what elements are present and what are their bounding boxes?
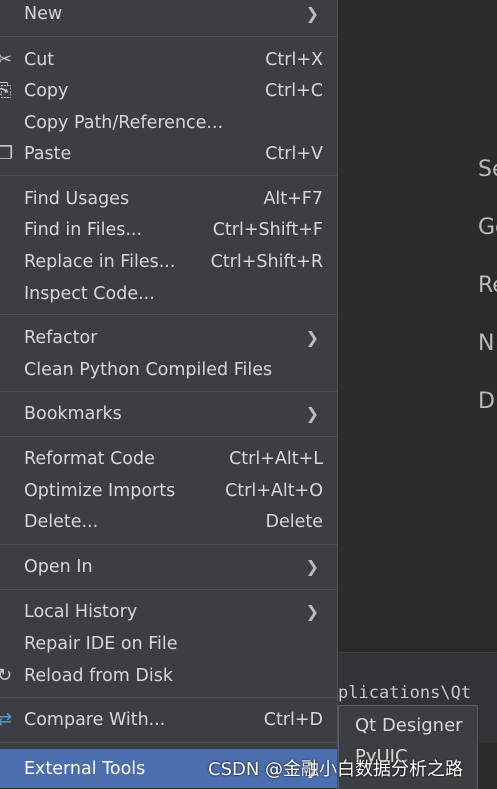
menu-item-label: Reload from Disk <box>24 665 173 686</box>
menu-item-new[interactable]: New ❯ <box>0 0 337 29</box>
menu-item-label: Copy <box>24 80 69 101</box>
chevron-right-icon: ❯ <box>305 557 319 576</box>
chevron-right-icon: ❯ <box>305 4 319 23</box>
menu-item-reformat-code[interactable]: Reformat Code Ctrl+Alt+L <box>0 443 337 474</box>
menu-item-label: Refactor <box>24 327 98 348</box>
menu-item-repair-ide[interactable]: Repair IDE on File <box>0 628 337 659</box>
menu-item-find-usages[interactable]: Find Usages Alt+F7 <box>0 183 337 214</box>
menu-separator <box>0 391 337 392</box>
submenu-item-qt-designer[interactable]: Qt Designer <box>355 715 463 736</box>
menu-item-optimize-imports[interactable]: Optimize Imports Ctrl+Alt+O <box>0 475 337 506</box>
menu-separator <box>0 742 337 743</box>
compare-icon: ⇄ <box>0 708 13 730</box>
menu-item-clean-python[interactable]: Clean Python Compiled Files <box>0 354 337 385</box>
copy-icon: ⎘ <box>0 79 12 101</box>
menu-item-compare-with[interactable]: ⇄ Compare With... Ctrl+D <box>0 704 337 735</box>
editor-hint: Se <box>478 157 497 182</box>
menu-item-label: Optimize Imports <box>24 480 176 501</box>
menu-item-local-history[interactable]: Local History ❯ <box>0 596 337 627</box>
menu-item-copy[interactable]: ⎘ Copy Ctrl+C <box>0 75 337 106</box>
chevron-right-icon: ❯ <box>305 328 319 347</box>
menu-item-replace-in-files[interactable]: Replace in Files... Ctrl+Shift+R <box>0 246 337 277</box>
menu-item-copy-path[interactable]: Copy Path/Reference... <box>0 107 337 138</box>
menu-item-shortcut: Ctrl+Shift+R <box>210 251 323 272</box>
menu-item-label: Copy Path/Reference... <box>24 112 224 133</box>
chevron-right-icon: ❯ <box>305 602 319 621</box>
menu-item-shortcut: Ctrl+V <box>265 143 323 164</box>
menu-item-label: Local History <box>24 601 138 622</box>
menu-item-label: Find in Files... <box>24 219 143 240</box>
editor-hint: N <box>478 331 495 356</box>
editor-hint: Re <box>478 273 497 298</box>
menu-separator <box>0 544 337 545</box>
menu-separator <box>0 36 337 37</box>
menu-item-find-in-files[interactable]: Find in Files... Ctrl+Shift+F <box>0 214 337 245</box>
menu-item-shortcut: Ctrl+Alt+O <box>225 480 323 501</box>
menu-item-inspect-code[interactable]: Inspect Code... <box>0 278 337 309</box>
reload-icon: ↻ <box>0 664 13 686</box>
editor-hint: Go <box>478 215 497 240</box>
menu-item-label: Open In <box>24 556 93 577</box>
menu-item-label: Reformat Code <box>24 448 155 469</box>
menu-separator <box>0 314 337 315</box>
menu-item-refactor[interactable]: Refactor ❯ <box>0 322 337 353</box>
menu-item-label: Find Usages <box>24 188 130 209</box>
menu-item-label: Clean Python Compiled Files <box>24 359 273 380</box>
menu-item-shortcut: Alt+F7 <box>263 188 323 209</box>
menu-item-delete[interactable]: Delete... Delete <box>0 506 337 537</box>
menu-item-shortcut: Ctrl+X <box>265 49 323 70</box>
menu-item-reload-from-disk[interactable]: ↻ Reload from Disk <box>0 660 337 691</box>
path-text: plications\Qt <box>338 683 472 703</box>
menu-item-label: Cut <box>24 49 55 70</box>
menu-separator <box>0 697 337 698</box>
menu-item-cut[interactable]: ✂ Cut Ctrl+X <box>0 44 337 75</box>
menu-item-paste[interactable]: ❐ Paste Ctrl+V <box>0 138 337 169</box>
watermark-text: CSDN @金融小白数据分析之路 <box>208 759 464 780</box>
menu-separator <box>0 436 337 437</box>
paste-icon: ❐ <box>0 142 14 164</box>
editor-hint: D <box>478 389 495 414</box>
context-menu: New ❯ ✂ Cut Ctrl+X ⎘ Copy Ctrl+C Copy Pa… <box>0 0 338 788</box>
editor-area: Se Go Re N D plications\Qt <box>338 0 497 788</box>
menu-item-label: Paste <box>24 143 72 164</box>
chevron-right-icon: ❯ <box>305 404 319 423</box>
menu-item-shortcut: Ctrl+Alt+L <box>229 448 323 469</box>
menu-item-label: Repair IDE on File <box>24 633 178 654</box>
menu-item-open-in[interactable]: Open In ❯ <box>0 551 337 582</box>
menu-item-label: Inspect Code... <box>24 283 155 304</box>
menu-item-bookmarks[interactable]: Bookmarks ❯ <box>0 398 337 429</box>
menu-item-label: External Tools <box>24 758 146 779</box>
menu-item-shortcut: Ctrl+D <box>263 709 323 730</box>
scissors-icon: ✂ <box>0 48 13 70</box>
menu-item-label: Replace in Files... <box>24 251 176 272</box>
menu-item-shortcut: Delete <box>265 511 324 532</box>
menu-item-shortcut: Ctrl+Shift+F <box>212 219 323 240</box>
menu-separator <box>0 589 337 590</box>
menu-item-label: New <box>24 3 63 24</box>
menu-item-label: Compare With... <box>24 709 166 730</box>
menu-item-label: Bookmarks <box>24 403 122 424</box>
menu-item-label: Delete... <box>24 511 99 532</box>
menu-item-shortcut: Ctrl+C <box>264 80 323 101</box>
menu-separator <box>0 175 337 176</box>
